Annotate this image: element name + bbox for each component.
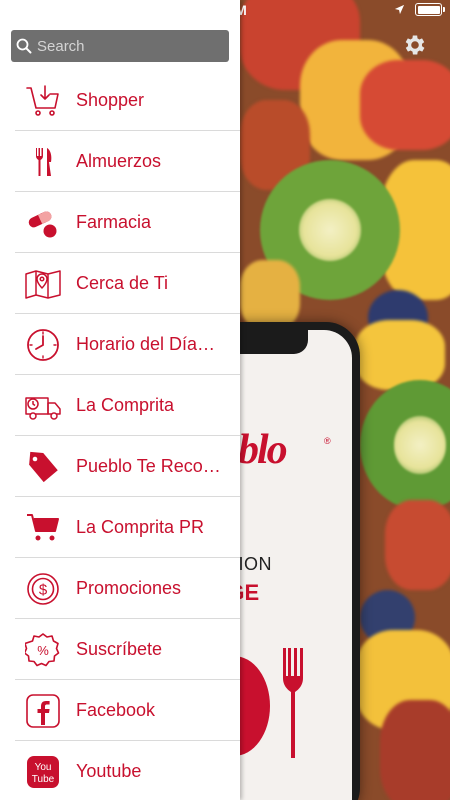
menu-label: Youtube bbox=[76, 761, 142, 781]
menu-label: Farmacia bbox=[76, 212, 152, 232]
tag-icon bbox=[24, 448, 62, 486]
search-bar[interactable] bbox=[11, 30, 229, 62]
menu-label: Cerca de Ti bbox=[76, 273, 169, 293]
shopping-cart-download-icon bbox=[24, 82, 62, 120]
menu-label: La Comprita PR bbox=[76, 517, 205, 537]
menu-label: Horario del Día… bbox=[76, 334, 216, 354]
menu-item-horario[interactable]: Horario del Día… bbox=[0, 314, 240, 375]
dollar-coin-icon: $ bbox=[24, 570, 62, 608]
facebook-icon bbox=[24, 692, 62, 730]
delivery-truck-icon bbox=[24, 387, 62, 425]
svg-text:$: $ bbox=[39, 582, 48, 599]
shopping-cart-icon bbox=[24, 509, 62, 547]
svg-text:You: You bbox=[35, 762, 52, 773]
svg-text:Tube: Tube bbox=[32, 774, 55, 785]
clock-icon bbox=[24, 326, 62, 364]
menu-item-almuerzos[interactable]: Almuerzos bbox=[0, 131, 240, 192]
menu-label: La Comprita bbox=[76, 395, 175, 415]
menu-item-youtube[interactable]: You Tube Youtube bbox=[0, 741, 240, 800]
menu-item-promociones[interactable]: $ Promociones bbox=[0, 558, 240, 619]
phone-logo-text: blo bbox=[238, 427, 288, 473]
search-icon bbox=[16, 38, 32, 54]
battery-icon bbox=[415, 3, 445, 16]
menu-item-la-comprita-pr[interactable]: La Comprita PR bbox=[0, 497, 240, 558]
menu-item-farmacia[interactable]: Farmacia bbox=[0, 192, 240, 253]
search-input[interactable] bbox=[37, 37, 217, 55]
pill-icon bbox=[24, 204, 62, 242]
percent-badge-icon: % bbox=[24, 631, 62, 669]
gear-icon[interactable] bbox=[402, 32, 428, 58]
fork-icon bbox=[283, 648, 303, 758]
menu-label: Suscríbete bbox=[76, 639, 163, 659]
fork-knife-icon bbox=[24, 143, 62, 181]
menu-label: Promociones bbox=[76, 578, 182, 598]
map-pin-icon bbox=[24, 265, 62, 303]
menu-list: Shopper Almuerzos Farmacia Cerca de Ti H… bbox=[0, 70, 240, 800]
menu-item-shopper[interactable]: Shopper bbox=[0, 70, 240, 131]
svg-text:%: % bbox=[37, 643, 49, 658]
menu-item-cerca-de-ti[interactable]: Cerca de Ti bbox=[0, 253, 240, 314]
menu-item-la-comprita[interactable]: La Comprita bbox=[0, 375, 240, 436]
menu-item-pueblo-te-recompensa[interactable]: Pueblo Te Reco… bbox=[0, 436, 240, 497]
menu-label: Facebook bbox=[76, 700, 156, 720]
youtube-icon: You Tube bbox=[24, 753, 62, 791]
location-arrow-icon bbox=[394, 4, 405, 15]
menu-item-facebook[interactable]: Facebook bbox=[0, 680, 240, 741]
menu-label: Shopper bbox=[76, 90, 145, 110]
menu-label: Pueblo Te Reco… bbox=[76, 456, 221, 476]
side-drawer: Shopper Almuerzos bbox=[0, 0, 240, 800]
menu-label: Almuerzos bbox=[76, 151, 162, 171]
menu-item-suscribete[interactable]: % Suscríbete bbox=[0, 619, 240, 680]
